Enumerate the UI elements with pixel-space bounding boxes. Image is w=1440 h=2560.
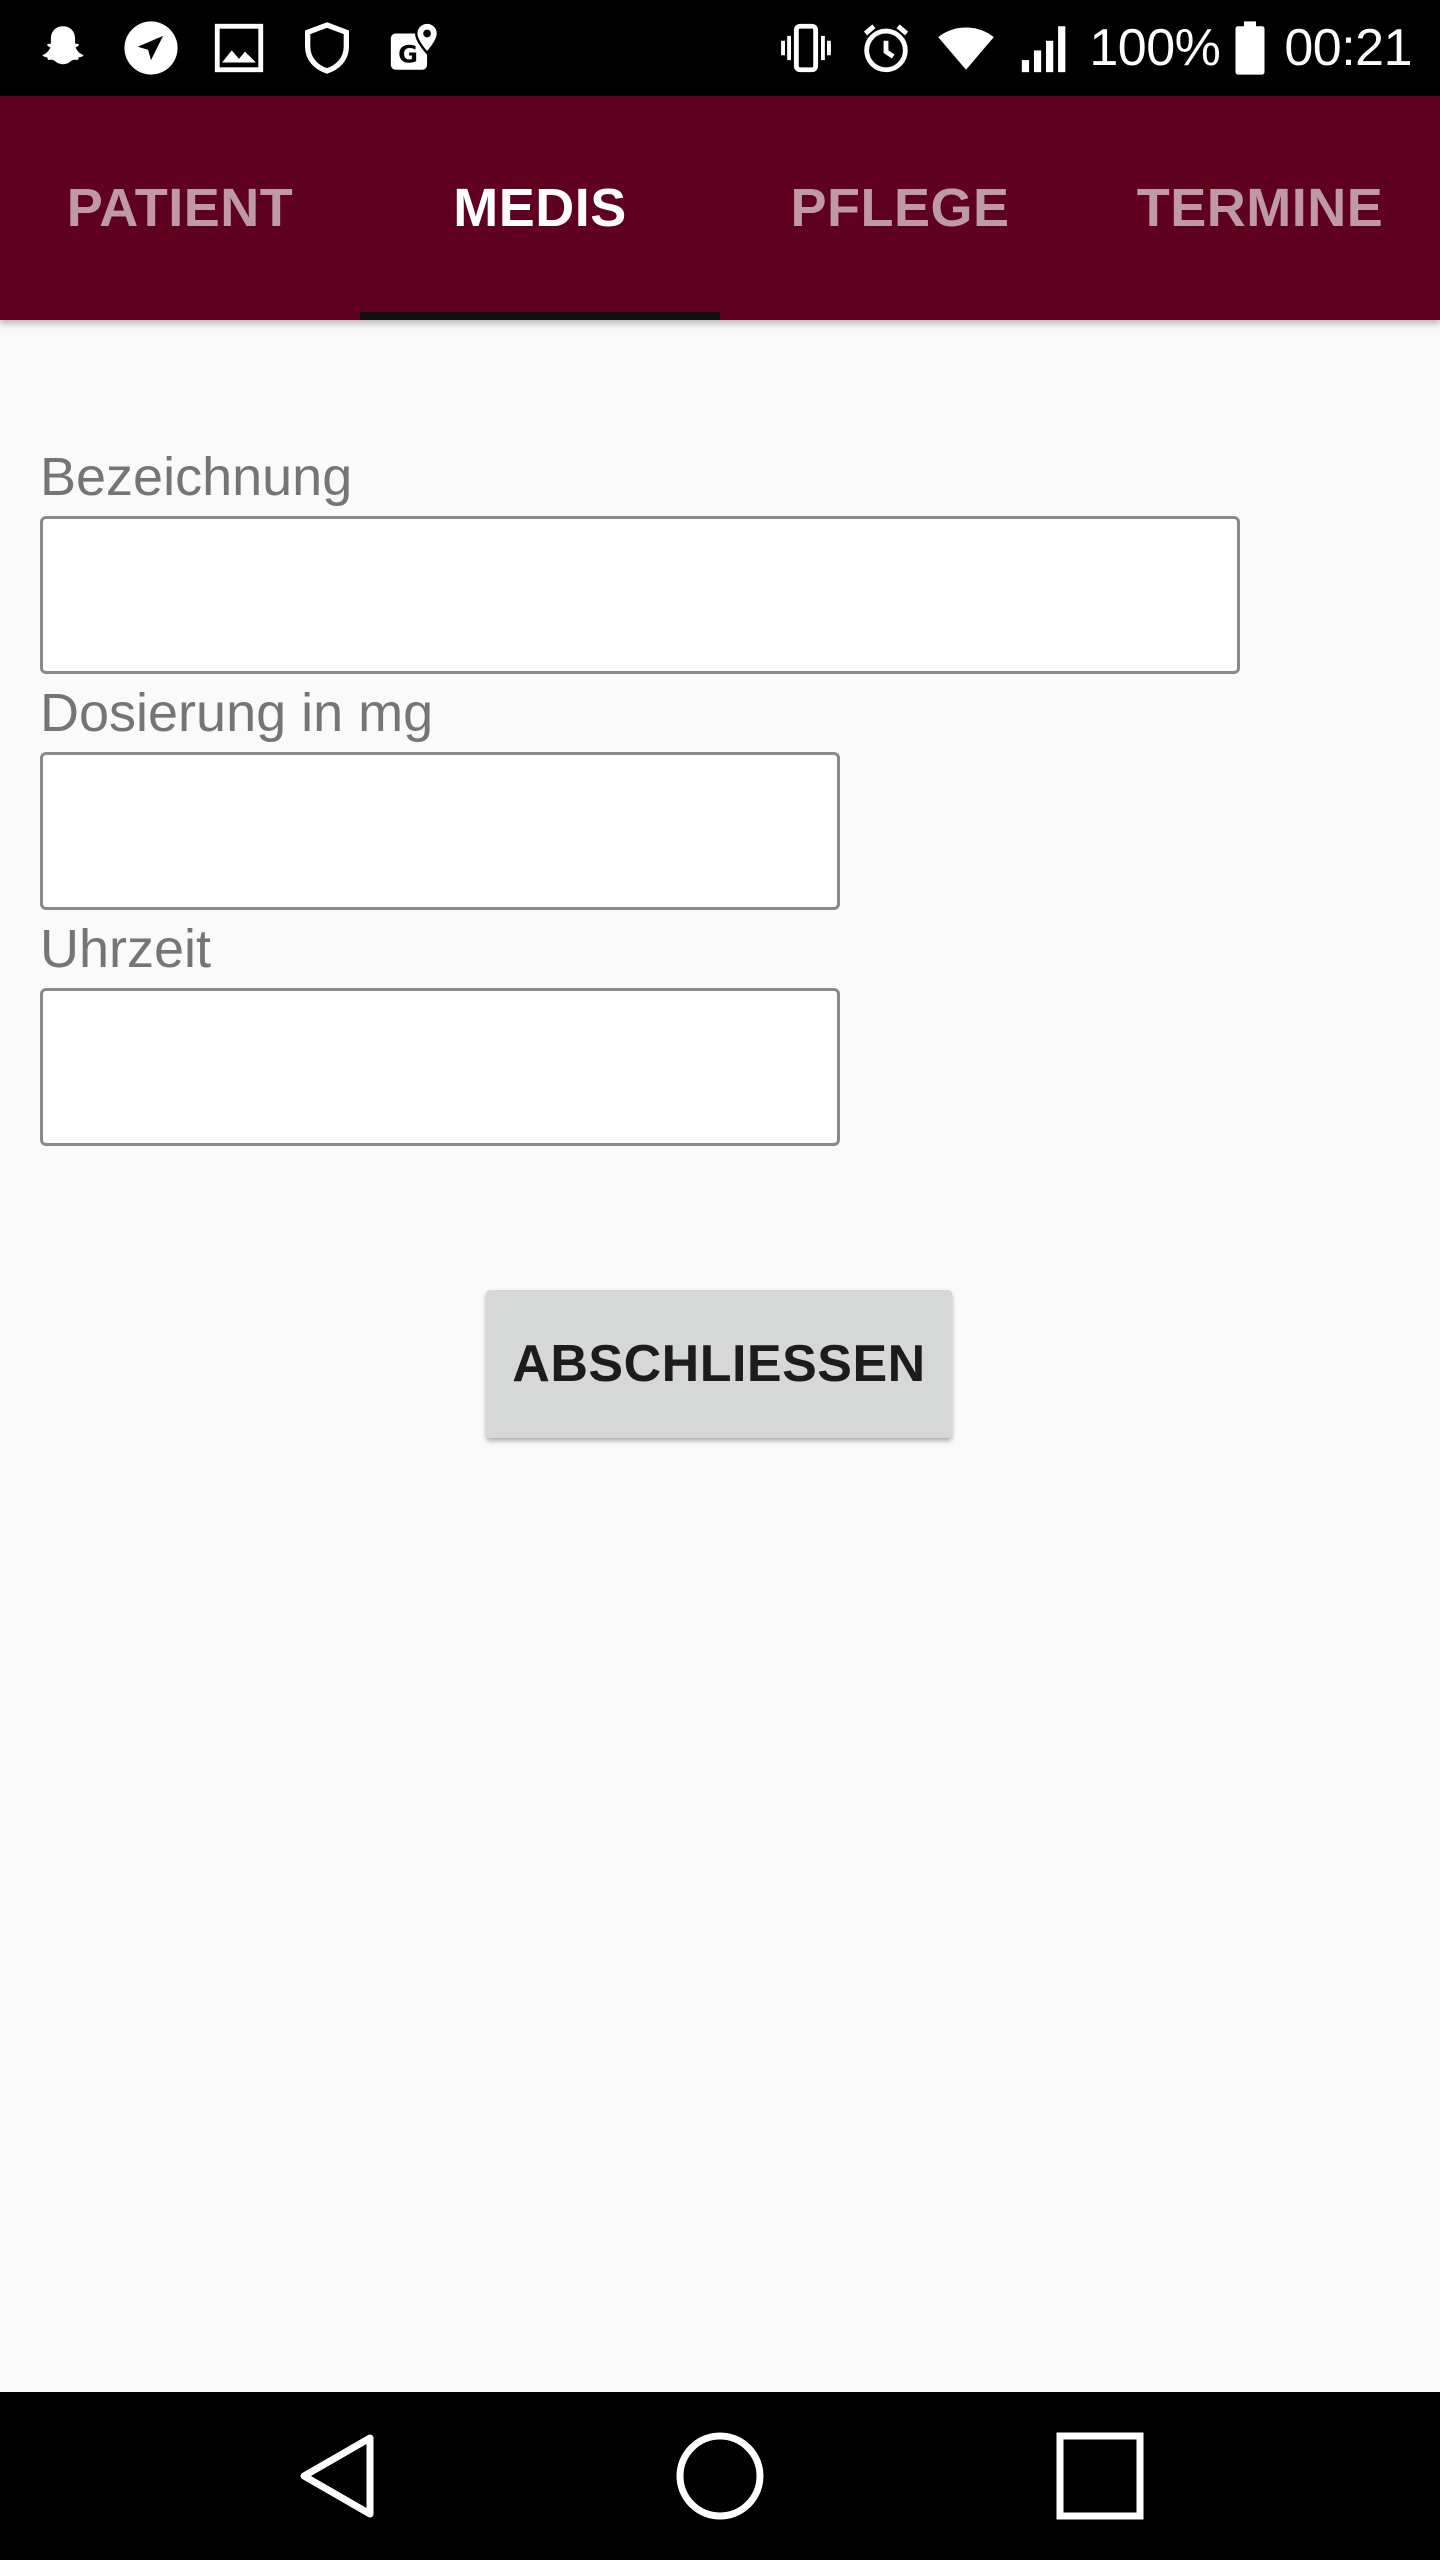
abschliessen-button[interactable]: ABSCHLIESSEN — [486, 1290, 952, 1438]
dosierung-label: Dosierung in mg — [40, 683, 434, 743]
back-icon[interactable] — [290, 2426, 390, 2526]
tab-label: MEDIS — [453, 178, 627, 238]
status-bar: G 100% 00:21 — [0, 0, 1440, 96]
clock: 00:21 — [1284, 19, 1412, 77]
screen: G 100% 00:21 PATIENT MEDIS PFLEGE TERMIN… — [0, 0, 1440, 2560]
tab-medis[interactable]: MEDIS — [360, 96, 720, 320]
uhrzeit-input[interactable] — [40, 988, 840, 1146]
navigation-bar — [0, 2392, 1440, 2560]
tab-label: PFLEGE — [790, 178, 1010, 238]
bezeichnung-label: Bezeichnung — [40, 447, 353, 507]
tab-pflege[interactable]: PFLEGE — [720, 96, 1080, 320]
tab-label: TERMINE — [1136, 178, 1384, 238]
home-icon[interactable] — [670, 2426, 770, 2526]
navigation-icon — [122, 19, 180, 77]
wifi-icon — [937, 19, 995, 77]
svg-text:G: G — [398, 41, 418, 69]
status-left: G — [34, 19, 474, 77]
maps-icon: G — [386, 19, 444, 77]
uhrzeit-label: Uhrzeit — [40, 919, 212, 979]
shield-icon — [298, 19, 356, 77]
tab-label: PATIENT — [66, 178, 294, 238]
tab-patient[interactable]: PATIENT — [0, 96, 360, 320]
recents-icon[interactable] — [1050, 2426, 1150, 2526]
signal-icon — [1017, 19, 1075, 77]
snapchat-icon — [34, 19, 92, 77]
image-icon — [210, 19, 268, 77]
battery-percentage: 100% — [1089, 19, 1221, 77]
bezeichnung-input[interactable] — [40, 516, 1240, 674]
battery-icon — [1230, 19, 1270, 77]
tab-termine[interactable]: TERMINE — [1080, 96, 1440, 320]
vibrate-icon — [777, 19, 835, 77]
alarm-icon — [857, 19, 915, 77]
dosierung-input[interactable] — [40, 752, 840, 910]
tab-indicator — [360, 312, 720, 320]
tab-bar: PATIENT MEDIS PFLEGE TERMINE — [0, 96, 1440, 320]
status-right: 100% 00:21 — [755, 18, 1412, 78]
